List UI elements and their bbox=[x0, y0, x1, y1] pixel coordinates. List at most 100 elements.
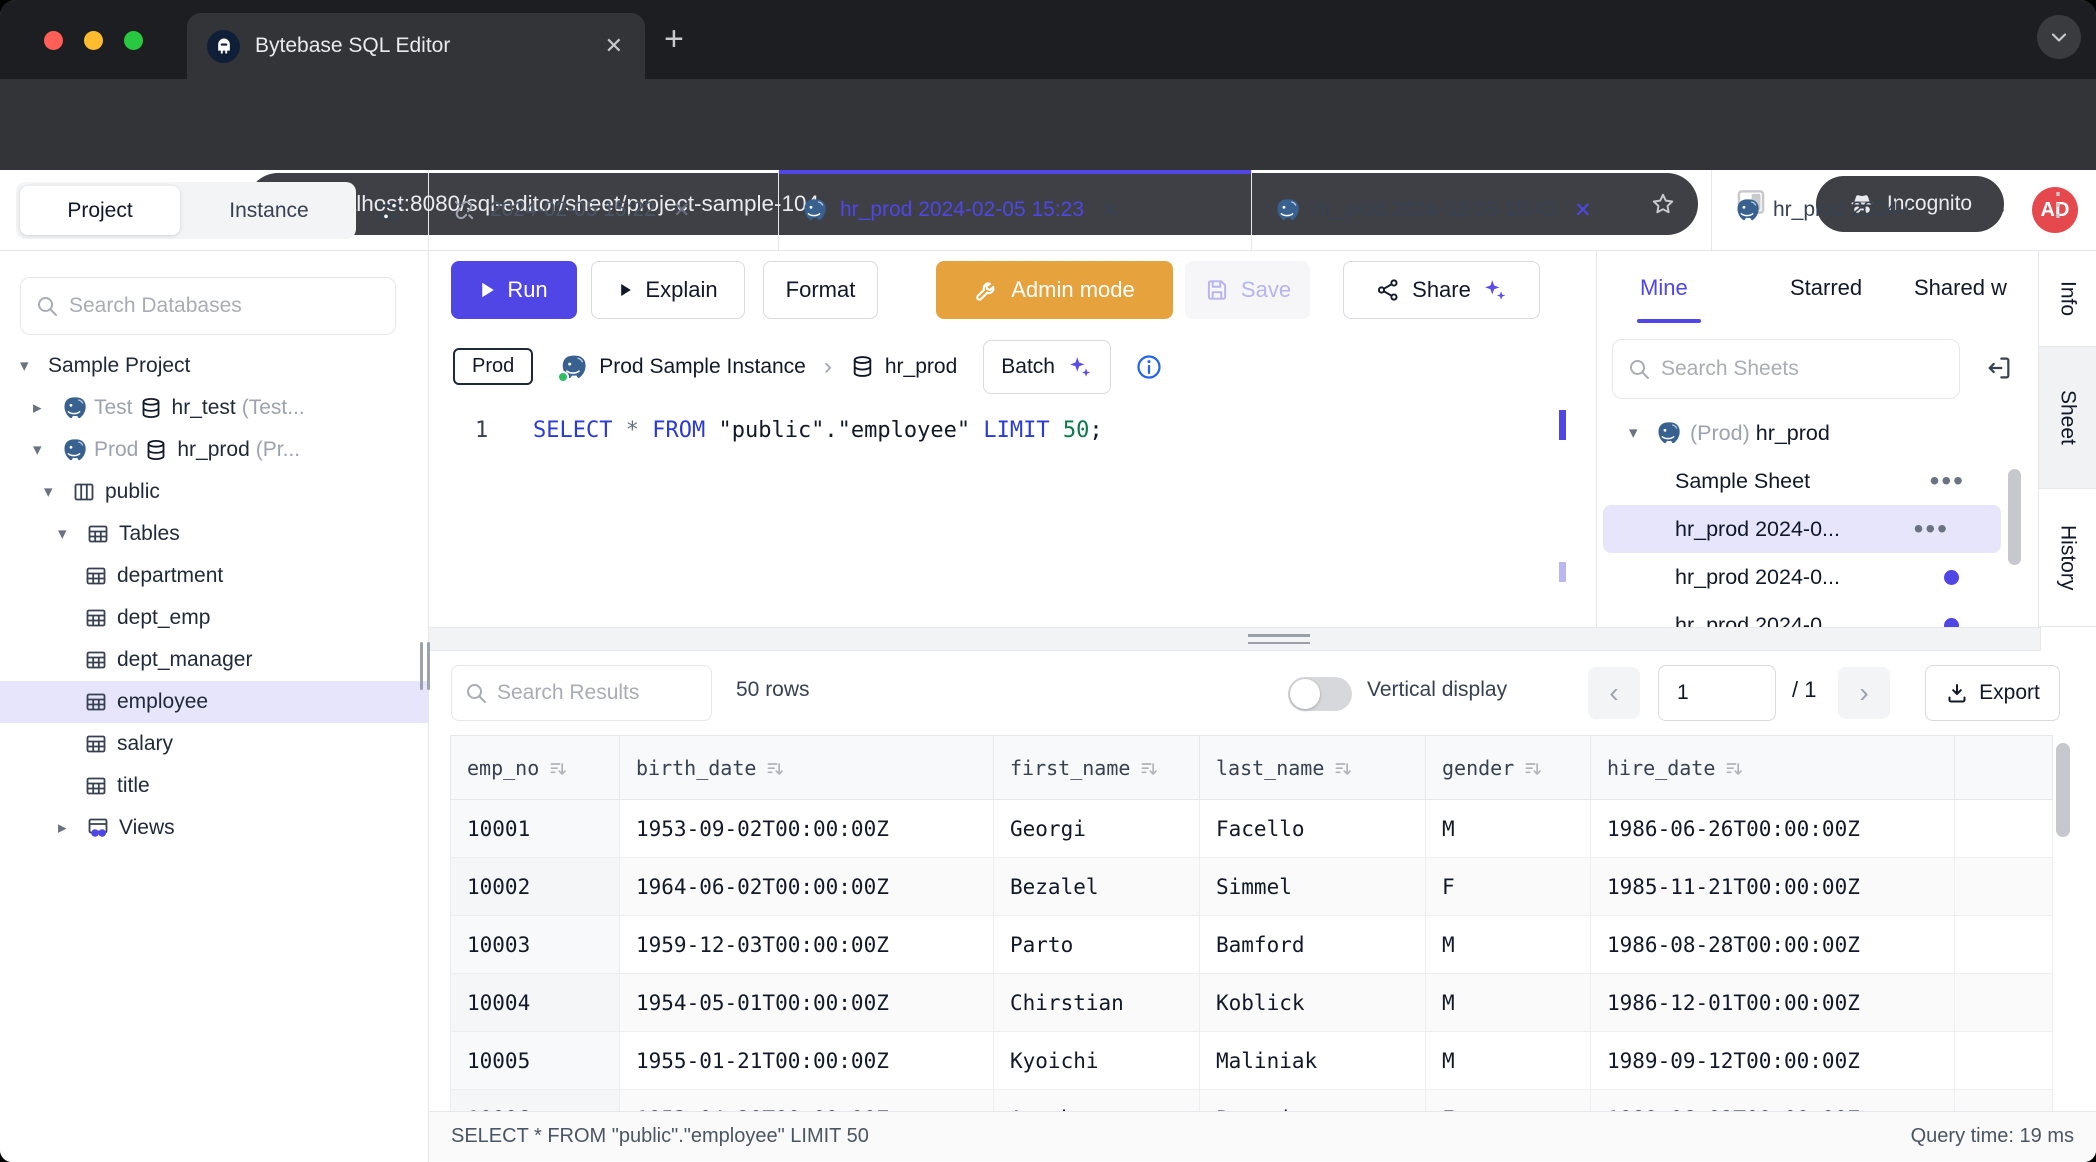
results-search-box[interactable] bbox=[451, 665, 712, 721]
sidebar-filter-icon[interactable] bbox=[374, 195, 406, 227]
window-zoom-button[interactable] bbox=[124, 31, 143, 50]
export-button[interactable]: Export bbox=[1925, 665, 2060, 721]
sheet-group-hr-prod[interactable]: ▾ (Prod) hr_prod bbox=[1597, 409, 2017, 457]
tree-item-tables-group[interactable]: ▾ Tables bbox=[0, 513, 428, 555]
sheet-item-selected[interactable]: hr_prod 2024-0... ••• bbox=[1603, 505, 2001, 553]
sheet-tab-4[interactable]: hr_prod 2024-( bbox=[1712, 170, 1972, 250]
sheet-search-box[interactable] bbox=[1612, 339, 1960, 399]
tab-mine[interactable]: Mine bbox=[1640, 275, 1688, 301]
horizontal-splitter[interactable] bbox=[429, 627, 2096, 651]
column-header-birth-date[interactable]: birth_date bbox=[620, 736, 994, 800]
table-row[interactable]: 100041954-05-01T00:00:00ZChirstianKoblic… bbox=[451, 974, 2053, 1032]
admin-mode-button[interactable]: Admin mode bbox=[936, 261, 1173, 319]
tree-item-hr-prod[interactable]: ▾ Prod hr_prod (Pr... bbox=[0, 429, 428, 471]
close-icon[interactable]: ✕ bbox=[673, 198, 691, 223]
column-header-hire-date[interactable]: hire_date bbox=[1591, 736, 1955, 800]
browser-tab[interactable]: Bytebase SQL Editor ✕ bbox=[187, 13, 645, 79]
database-search-input[interactable] bbox=[69, 294, 381, 318]
new-tab-button[interactable]: + bbox=[664, 22, 684, 56]
column-header-first-name[interactable]: first_name bbox=[994, 736, 1200, 800]
run-button[interactable]: Run bbox=[451, 261, 577, 319]
caret-down-icon[interactable]: ▾ bbox=[58, 524, 86, 544]
sort-icon[interactable] bbox=[1724, 759, 1744, 779]
panel-scrollbar-thumb[interactable] bbox=[2008, 469, 2021, 565]
caret-right-icon[interactable]: ▸ bbox=[33, 398, 61, 418]
table-row-partial[interactable]: 100061953-04-20T00:00:00ZAnnekePreusigF1… bbox=[451, 1090, 2053, 1112]
column-header-emp-no[interactable]: emp_no bbox=[451, 736, 620, 800]
column-header-last-name[interactable]: last_name bbox=[1200, 736, 1426, 800]
sort-icon[interactable] bbox=[1333, 759, 1353, 779]
tree-item-table-dept-manager[interactable]: dept_manager bbox=[0, 639, 428, 681]
caret-down-icon[interactable]: ▾ bbox=[44, 482, 72, 502]
more-actions-icon[interactable]: ••• bbox=[1914, 513, 1949, 545]
tree-item-table-title[interactable]: title bbox=[0, 765, 428, 807]
window-close-button[interactable] bbox=[44, 31, 63, 50]
tab-project[interactable]: Project bbox=[20, 186, 180, 235]
ai-sparkles-icon[interactable] bbox=[1482, 277, 1508, 303]
table-scrollbar-thumb[interactable] bbox=[2056, 743, 2070, 837]
table-row[interactable]: 100011953-09-02T00:00:00ZGeorgiFacelloM1… bbox=[451, 800, 2053, 858]
vertical-display-toggle[interactable] bbox=[1288, 677, 1352, 711]
table-row[interactable]: 100051955-01-21T00:00:00ZKyoichiMaliniak… bbox=[451, 1032, 2053, 1090]
sheet-item-unsaved[interactable]: hr_prod 2024-0... bbox=[1597, 553, 2017, 601]
rail-tab-sheet[interactable]: Sheet bbox=[2039, 347, 2096, 489]
close-icon[interactable]: ✕ bbox=[1574, 198, 1592, 223]
sql-code-line[interactable]: SELECT * FROM "public"."employee" LIMIT … bbox=[533, 418, 1103, 443]
sheet-item-sample[interactable]: Sample Sheet ••• bbox=[1597, 457, 2017, 505]
database-search-box[interactable] bbox=[20, 277, 396, 335]
sheet-tab-3[interactable]: hr_prod 2024-02-05 15:43 ✕ bbox=[1252, 170, 1712, 250]
caret-down-icon[interactable]: ▾ bbox=[20, 356, 48, 376]
tab-starred[interactable]: Starred bbox=[1790, 275, 1862, 301]
info-icon[interactable] bbox=[1135, 353, 1163, 381]
caret-down-icon[interactable]: ▾ bbox=[1629, 423, 1655, 443]
sheet-tab-2-active[interactable]: hr_prod 2024-02-05 15:23 ✕ bbox=[779, 170, 1252, 250]
sort-icon[interactable] bbox=[765, 759, 785, 779]
tree-item-project[interactable]: ▾ Sample Project bbox=[0, 345, 428, 387]
splitter-grip-icon[interactable] bbox=[1248, 634, 1310, 649]
column-header-gender[interactable]: gender bbox=[1426, 736, 1591, 800]
batch-button[interactable]: Batch bbox=[983, 340, 1111, 394]
tree-item-table-department[interactable]: department bbox=[0, 555, 428, 597]
collapse-panel-icon[interactable] bbox=[1985, 354, 2013, 382]
tree-item-hr-test[interactable]: ▸ Test hr_test (Test... bbox=[0, 387, 428, 429]
sidebar-resize-handle[interactable] bbox=[420, 642, 430, 690]
rail-tab-info[interactable]: Info bbox=[2039, 251, 2096, 347]
play-icon bbox=[622, 284, 632, 296]
instance-name[interactable]: Prod Sample Instance bbox=[599, 355, 806, 379]
sheet-search-input[interactable] bbox=[1661, 357, 1945, 381]
close-icon[interactable]: ✕ bbox=[1101, 198, 1119, 223]
caret-down-icon[interactable]: ▾ bbox=[33, 440, 61, 460]
explain-button[interactable]: Explain bbox=[591, 261, 745, 319]
save-button[interactable]: Save bbox=[1185, 261, 1310, 319]
prev-page-button[interactable]: ‹ bbox=[1588, 667, 1640, 719]
sql-editor[interactable]: 1 SELECT * FROM "public"."employee" LIMI… bbox=[429, 404, 1596, 627]
browser-menu-icon[interactable]: ⋮ bbox=[2042, 179, 2072, 229]
search-icon bbox=[1627, 357, 1651, 381]
tree-item-table-employee[interactable]: employee bbox=[0, 681, 428, 723]
sheet-tab-1[interactable]: 2024-02-05 15:22 ✕ bbox=[429, 170, 779, 250]
tree-item-views-group[interactable]: ▸ Views bbox=[0, 807, 428, 849]
format-button[interactable]: Format bbox=[763, 261, 878, 319]
sort-icon[interactable] bbox=[1139, 759, 1159, 779]
next-page-button[interactable]: › bbox=[1838, 667, 1890, 719]
tree-item-table-salary[interactable]: salary bbox=[0, 723, 428, 765]
tree-item-table-dept-emp[interactable]: dept_emp bbox=[0, 597, 428, 639]
sort-icon[interactable] bbox=[548, 759, 568, 779]
tab-search-button[interactable] bbox=[2037, 15, 2081, 59]
window-minimize-button[interactable] bbox=[84, 31, 103, 50]
rail-tab-history[interactable]: History bbox=[2039, 489, 2096, 627]
table-row[interactable]: 100021964-06-02T00:00:00ZBezalelSimmelF1… bbox=[451, 858, 2053, 916]
sort-icon[interactable] bbox=[1523, 759, 1543, 779]
caret-right-icon[interactable]: ▸ bbox=[58, 818, 86, 838]
tab-instance[interactable]: Instance bbox=[186, 182, 352, 239]
results-search-input[interactable] bbox=[497, 681, 699, 705]
tab-shared[interactable]: Shared w bbox=[1914, 275, 2007, 301]
share-button[interactable]: Share bbox=[1343, 261, 1540, 319]
database-crumb[interactable]: hr_prod bbox=[850, 354, 957, 379]
table-row[interactable]: 100031959-12-03T00:00:00ZPartoBamfordM19… bbox=[451, 916, 2053, 974]
more-actions-icon[interactable]: ••• bbox=[1930, 465, 1965, 497]
tree-item-schema-public[interactable]: ▾ public bbox=[0, 471, 428, 513]
page-number-input[interactable] bbox=[1658, 665, 1776, 721]
browser-tab-close-icon[interactable]: ✕ bbox=[603, 33, 625, 59]
sheet-item-unsaved[interactable]: hr_prod 2024-0 bbox=[1597, 601, 2017, 627]
